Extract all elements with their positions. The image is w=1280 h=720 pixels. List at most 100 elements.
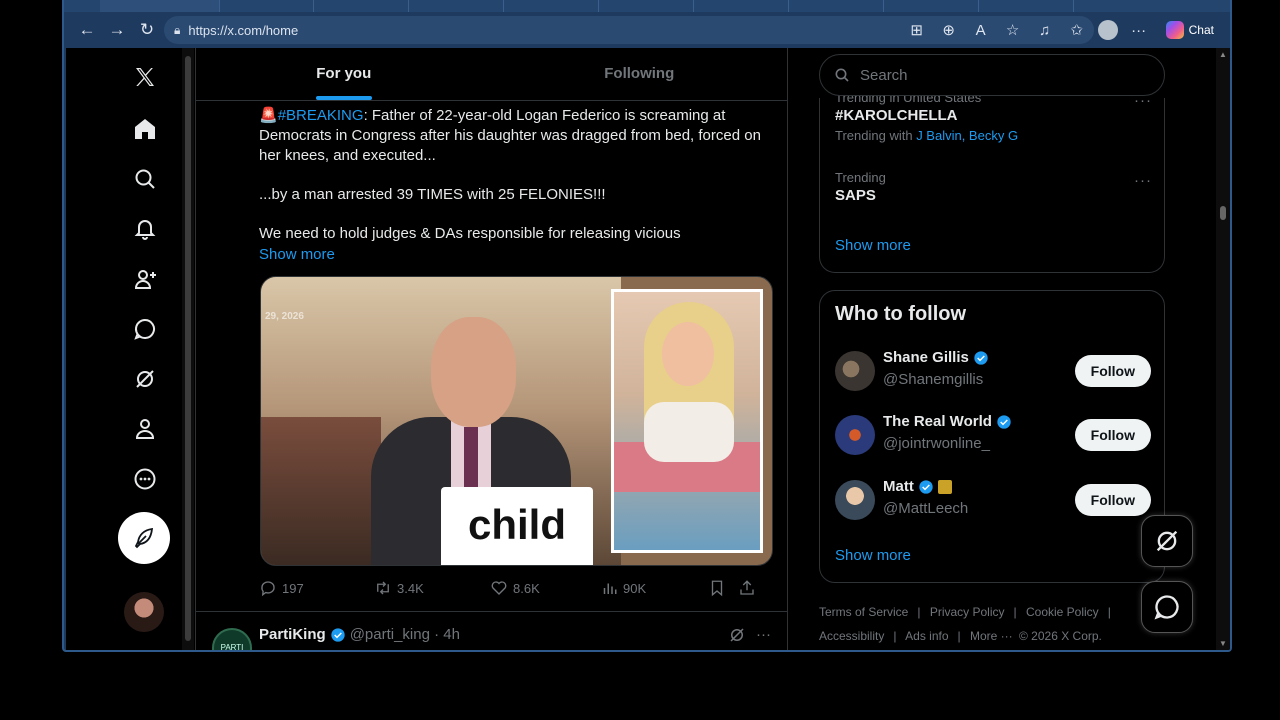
search-icon[interactable]	[130, 164, 160, 194]
terms-link[interactable]: Terms of Service	[819, 605, 908, 619]
back-icon[interactable]: ←	[72, 16, 102, 44]
follow-suggestion[interactable]: Shane Gillis @Shanemgillis Follow	[835, 349, 1151, 393]
user-handle: @jointrwonline_	[883, 435, 990, 452]
user-avatar[interactable]	[835, 415, 875, 455]
browser-tab[interactable]	[604, 0, 694, 12]
extensions-icon[interactable]: ♫	[1034, 22, 1056, 39]
browser-tab[interactable]	[794, 0, 884, 12]
tweet-show-more-link[interactable]: Show more	[259, 246, 335, 263]
follow-button[interactable]: Follow	[1074, 484, 1151, 516]
browser-tab[interactable]	[699, 0, 789, 12]
home-icon[interactable]	[130, 114, 160, 144]
right-scrollbar-thumb[interactable]	[1220, 206, 1226, 220]
browser-tab[interactable]	[224, 0, 314, 12]
accessibility-link[interactable]: Accessibility	[819, 629, 884, 643]
apps-icon[interactable]: ⊞	[906, 21, 928, 39]
copilot-chat-button[interactable]: Chat	[1160, 18, 1220, 42]
user-avatar[interactable]	[835, 351, 875, 391]
feather-icon	[134, 527, 154, 549]
more-link[interactable]: More ···	[970, 629, 1013, 643]
user-avatar[interactable]	[835, 480, 875, 520]
like-button[interactable]: 8.6K	[490, 579, 600, 597]
profile-avatar-icon[interactable]	[1097, 20, 1118, 40]
reply-count: 197	[282, 580, 304, 596]
sidebar-footer: Terms of Service | Privacy Policy | Cookie…	[819, 605, 1111, 643]
follow-suggestion[interactable]: The Real World @jointrwonline_ Follow	[835, 413, 1151, 457]
left-scrollbar[interactable]	[182, 48, 194, 650]
grok-floating-button[interactable]	[1141, 515, 1193, 567]
repost-icon	[377, 581, 389, 595]
browser-tab[interactable]	[889, 0, 979, 12]
more-icon[interactable]	[130, 464, 160, 494]
browser-tab[interactable]	[509, 0, 599, 12]
x-logo-icon[interactable]	[130, 62, 160, 92]
left-scrollbar-thumb[interactable]	[185, 56, 191, 641]
messages-icon	[1154, 595, 1179, 620]
refresh-icon[interactable]: ↻	[132, 16, 162, 44]
timeline-tabs: For you Following	[196, 48, 787, 101]
browser-right-tools: ⊞ ⊕ A ☆ ♫ ✩ ··· Chat	[906, 16, 1220, 44]
browser-tab-active[interactable]	[100, 0, 220, 12]
more-options-icon[interactable]: ···	[1128, 22, 1150, 39]
messages-floating-button[interactable]	[1141, 581, 1193, 633]
repost-button[interactable]: 3.4K	[374, 579, 490, 597]
views-button[interactable]: 90K	[600, 579, 708, 597]
grok-icon[interactable]	[728, 626, 746, 644]
follow-button[interactable]: Follow	[1074, 355, 1151, 387]
follow-suggestion[interactable]: Matt @MattLeech Follow	[835, 478, 1151, 522]
search-input[interactable]: Search	[819, 54, 1165, 96]
read-aloud-icon[interactable]: A	[970, 22, 992, 39]
messages-icon[interactable]	[130, 314, 160, 344]
favorites-icon[interactable]: ✩	[1066, 21, 1088, 39]
trend-more-icon[interactable]: ···	[1134, 172, 1152, 189]
trend-item[interactable]: Trending in United States #KAROLCHELLA T…	[835, 90, 1018, 143]
privacy-link[interactable]: Privacy Policy	[930, 605, 1005, 619]
scroll-up-icon[interactable]: ▲	[1219, 50, 1227, 59]
trend-item[interactable]: Trending SAPS	[835, 170, 886, 204]
share-button[interactable]	[738, 579, 756, 597]
browser-tab[interactable]	[319, 0, 409, 12]
follow-button[interactable]: Follow	[1074, 419, 1151, 451]
copilot-icon	[1165, 21, 1184, 39]
reply-button[interactable]: 197	[259, 579, 374, 597]
trends-panel: Trending in United States #KAROLCHELLA T…	[819, 90, 1165, 273]
account-avatar[interactable]	[124, 592, 164, 632]
profile-icon[interactable]	[130, 414, 160, 444]
who-to-follow-show-more[interactable]: Show more	[835, 547, 911, 564]
grok-icon[interactable]	[130, 364, 160, 394]
browser-tab[interactable]	[984, 0, 1074, 12]
scroll-down-icon[interactable]: ▼	[1219, 639, 1227, 648]
follow-icon[interactable]	[130, 264, 160, 294]
zoom-icon[interactable]: ⊕	[938, 21, 960, 39]
chat-label: Chat	[1188, 23, 1214, 37]
browser-tab[interactable]	[414, 0, 504, 12]
notifications-icon[interactable]	[130, 214, 160, 244]
trend-with-names[interactable]: J Balvin, Becky G	[916, 128, 1018, 143]
favorite-star-icon[interactable]: ☆	[1002, 21, 1024, 39]
forward-icon[interactable]: →	[102, 16, 132, 44]
left-navigation	[66, 48, 182, 650]
trend-with: Trending with J Balvin, Becky G	[835, 128, 1019, 143]
tweet-paragraph-2: ...by a man arrested 39 TIMES with 25 FE…	[259, 186, 606, 203]
tweet-text: 🚨#BREAKING: Father of 22-year-old Logan …	[259, 106, 779, 244]
post-button[interactable]	[118, 512, 170, 564]
parti-king-avatar[interactable]: PARTI KING	[212, 628, 252, 650]
tab-for-you[interactable]: For you	[196, 48, 492, 100]
next-tweet[interactable]: PARTI KING PartiKing @parti_king · 4h ··…	[196, 612, 787, 650]
tweet-media-image[interactable]: 29, 2026 child	[260, 276, 773, 566]
next-tweet-handle[interactable]: @parti_king · 4h	[350, 626, 460, 643]
right-scrollbar[interactable]: ▲ ▼	[1216, 48, 1230, 650]
trend-name: #KAROLCHELLA	[835, 107, 958, 124]
cookie-link[interactable]: Cookie Policy	[1026, 605, 1099, 619]
who-to-follow-title: Who to follow	[835, 303, 967, 325]
ads-info-link[interactable]: Ads info	[905, 629, 948, 643]
bookmark-button[interactable]	[708, 579, 738, 597]
share-icon	[740, 580, 754, 595]
trend-context: Trending	[835, 170, 886, 185]
more-options-icon[interactable]: ···	[756, 626, 771, 644]
siren-emoji: 🚨	[259, 107, 278, 124]
next-tweet-author-name[interactable]: PartiKing	[259, 626, 326, 643]
trends-show-more[interactable]: Show more	[835, 237, 911, 254]
hashtag-link[interactable]: #BREAKING	[278, 107, 364, 124]
tab-following[interactable]: Following	[492, 48, 788, 100]
